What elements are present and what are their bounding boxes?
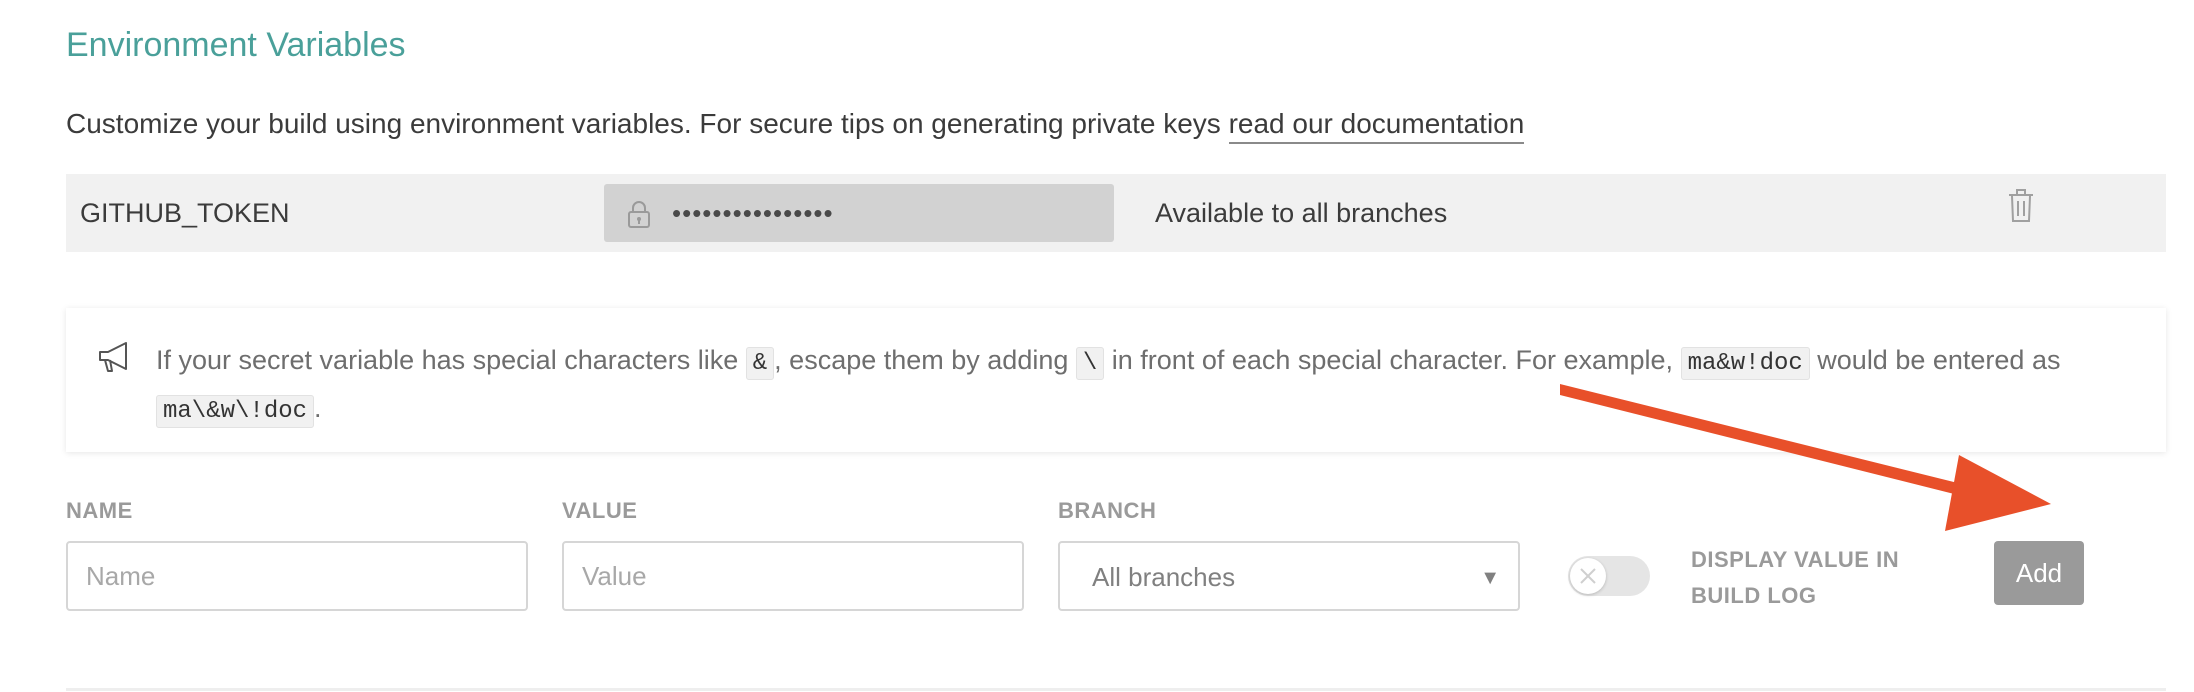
display-value-toggle[interactable]	[1568, 556, 1650, 596]
toggle-knob	[1570, 558, 1606, 594]
code-snippet: \	[1075, 347, 1105, 380]
note-text-part: , escape them by adding	[774, 345, 1076, 375]
note-text-part: would be entered as	[1809, 345, 2061, 375]
env-var-branch: Available to all branches	[1155, 198, 1448, 228]
branch-label: BRANCH	[1058, 498, 1157, 523]
branch-select[interactable]: All branches ▼	[1058, 541, 1520, 611]
name-label: NAME	[66, 498, 133, 523]
add-button[interactable]: Add	[1994, 541, 2084, 605]
lock-icon	[628, 201, 650, 228]
documentation-link[interactable]: read our documentation	[1228, 108, 1525, 144]
note-text-part: .	[314, 393, 322, 423]
close-icon	[1580, 568, 1596, 584]
note-text-part: in front of each special character. For …	[1104, 345, 1681, 375]
display-value-toggle-label: DISPLAY VALUE IN BUILD LOG	[1691, 547, 1900, 608]
divider	[66, 688, 2166, 691]
special-characters-note: If your secret variable has special char…	[66, 308, 2166, 452]
branch-select-value: All branches	[1092, 562, 1236, 592]
note-text-part: If your secret variable has special char…	[156, 345, 746, 375]
code-snippet: ma\&w\!doc	[156, 395, 315, 428]
intro-text-body: Customize your build using environment v…	[66, 108, 1229, 139]
value-label: VALUE	[562, 498, 638, 523]
name-input[interactable]	[66, 541, 528, 611]
env-var-name: GITHUB_TOKEN	[80, 198, 290, 228]
value-input[interactable]	[562, 541, 1024, 611]
section-title: Environment Variables	[66, 26, 406, 64]
note-text: If your secret variable has special char…	[156, 338, 2136, 434]
env-var-row: GITHUB_TOKEN •••••••••••••••• Available …	[66, 174, 2166, 252]
trash-icon[interactable]	[2006, 188, 2036, 224]
masked-value-dots: ••••••••••••••••	[672, 198, 834, 228]
code-snippet: &	[745, 347, 775, 380]
dropdown-arrow-icon: ▼	[1480, 567, 1500, 589]
env-var-masked-value: ••••••••••••••••	[604, 184, 1114, 242]
environment-variables-settings: Environment Variables Customize your bui…	[0, 0, 2194, 692]
intro-text: Customize your build using environment v…	[66, 108, 1525, 144]
code-snippet: ma&w!doc	[1680, 347, 1810, 380]
megaphone-icon	[99, 342, 127, 372]
